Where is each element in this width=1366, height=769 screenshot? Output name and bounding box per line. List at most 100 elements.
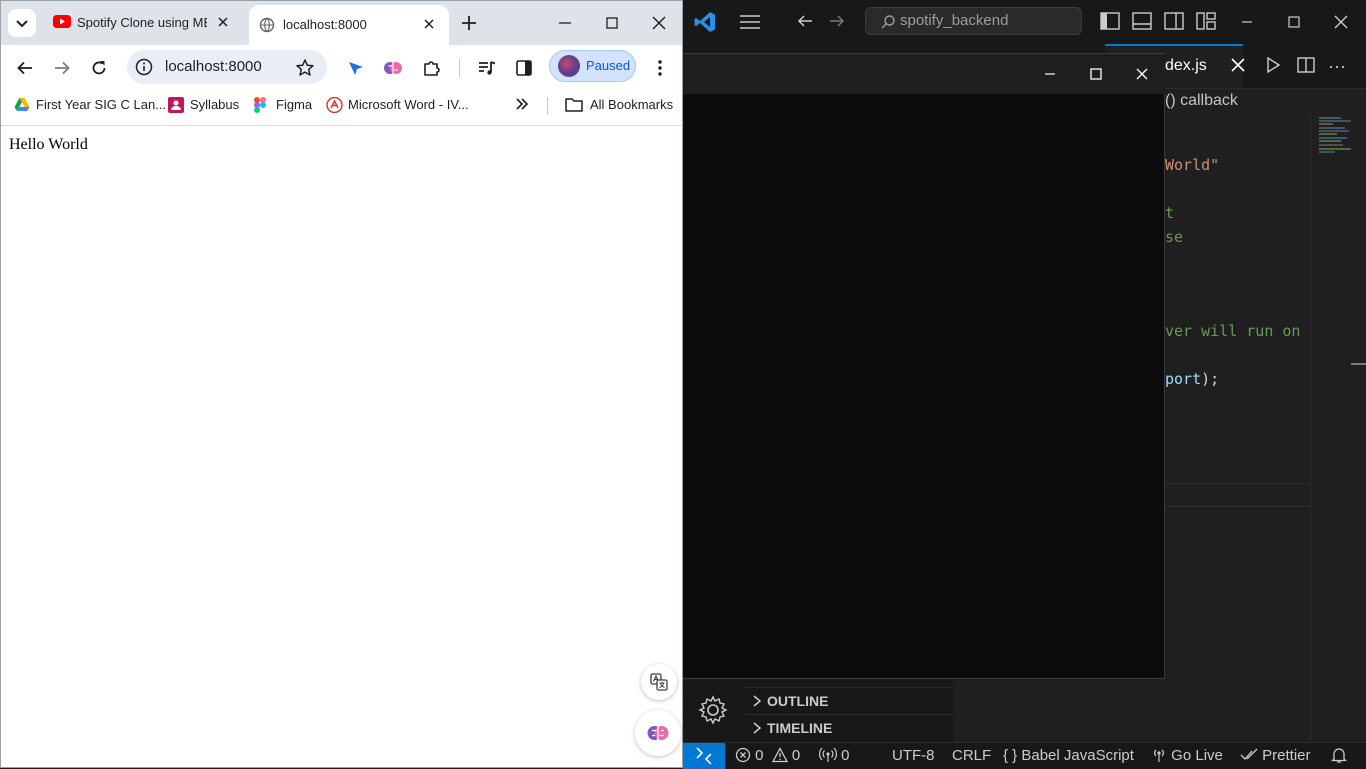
customize-layout-icon[interactable] <box>1195 11 1217 31</box>
bookmark-label: Syllabus <box>190 97 240 112</box>
bookmark-star-icon[interactable] <box>295 58 315 78</box>
minimap[interactable] <box>1310 114 1366 740</box>
toggle-panel-icon[interactable] <box>1131 11 1153 31</box>
window-close-icon[interactable] <box>1130 62 1154 86</box>
avatar <box>558 55 580 77</box>
toggle-primary-sidebar-icon[interactable] <box>1099 11 1121 31</box>
menu-icon[interactable] <box>739 12 761 32</box>
search-icon <box>880 14 896 30</box>
notifications-bell-icon[interactable] <box>1331 746 1347 764</box>
forward-arrow-icon[interactable] <box>827 11 847 31</box>
vscode-minimize-icon[interactable] <box>1235 10 1259 34</box>
prettier-label: Prettier <box>1262 747 1311 764</box>
site-info-icon[interactable] <box>135 58 153 76</box>
chrome-maximize-icon[interactable] <box>602 13 622 33</box>
tab-close-icon[interactable] <box>217 16 229 28</box>
code-fragment-port: port); <box>1165 370 1219 388</box>
url-text: localhost:8000 <box>165 58 262 75</box>
go-live-button[interactable]: Go Live <box>1151 746 1223 766</box>
back-arrow-icon[interactable] <box>15 58 35 78</box>
brain-icon <box>646 721 670 745</box>
brain-assistant-button[interactable] <box>635 710 681 756</box>
encoding-indicator[interactable]: UTF-8 <box>892 746 935 766</box>
code-fragment: ver will run on <box>1165 322 1301 340</box>
tab-search-button[interactable] <box>8 9 36 37</box>
tab-close-icon[interactable] <box>423 18 435 30</box>
chrome-window: Spotify Clone using MERN localhost:8000 <box>0 0 683 768</box>
pointer-extension-icon[interactable] <box>346 58 366 78</box>
remote-indicator[interactable] <box>683 743 725 769</box>
more-actions-icon[interactable]: ··· <box>1328 56 1346 77</box>
prettier-indicator[interactable]: Prettier <box>1240 746 1311 766</box>
timeline-label: TIMELINE <box>767 720 833 736</box>
go-live-label: Go Live <box>1171 747 1223 764</box>
window-minimize-icon[interactable] <box>1038 62 1062 86</box>
tab-close-icon[interactable] <box>1229 56 1247 74</box>
profile-status-label: Paused <box>586 58 631 73</box>
run-icon[interactable] <box>1264 56 1282 74</box>
code-fragment: World" <box>1165 156 1220 174</box>
media-control-icon[interactable] <box>477 58 497 78</box>
tab-localhost[interactable]: localhost:8000 <box>249 5 449 45</box>
broadcast-icon <box>819 747 837 763</box>
side-panel-icon[interactable] <box>514 58 534 78</box>
window-maximize-icon[interactable] <box>1084 62 1108 86</box>
profile-button[interactable]: Paused <box>549 50 636 82</box>
chevron-right-icon <box>751 694 763 708</box>
vscode-titlebar: spotify_backend <box>683 0 1366 44</box>
outline-panel-header[interactable]: OUTLINE <box>745 687 953 713</box>
page-text: Hello World <box>9 136 88 153</box>
code-fragment: t <box>1165 204 1175 222</box>
problems-indicator[interactable]: 0 0 <box>735 746 800 766</box>
chrome-close-icon[interactable] <box>649 13 669 33</box>
current-line-highlight <box>1165 483 1310 507</box>
outline-label: OUTLINE <box>767 693 829 709</box>
chevron-right-icon <box>751 721 763 735</box>
language-mode[interactable]: { } Babel JavaScript <box>1003 746 1134 766</box>
breadcrumb[interactable]: () callback <box>1165 92 1238 110</box>
back-arrow-icon[interactable] <box>795 11 815 31</box>
figma-icon <box>254 97 266 113</box>
vscode-close-icon[interactable] <box>1329 10 1353 34</box>
tab-spotify-clone[interactable]: Spotify Clone using MERN <box>43 5 243 41</box>
all-bookmarks-label: All Bookmarks <box>590 97 674 112</box>
reload-icon[interactable] <box>89 58 109 78</box>
command-center-search[interactable]: spotify_backend <box>865 7 1082 35</box>
forward-arrow-icon[interactable] <box>52 58 72 78</box>
manage-gear-icon[interactable] <box>697 694 729 726</box>
terminal-window[interactable] <box>683 53 1165 679</box>
youtube-icon <box>53 15 71 29</box>
error-icon <box>735 747 751 763</box>
bookmarks-divider <box>547 97 548 115</box>
chrome-minimize-icon[interactable] <box>555 13 575 33</box>
bookmarks-bar: First Year SIG C Lan... Syllabus Figma M… <box>1 89 682 126</box>
eol-indicator[interactable]: CRLF <box>952 746 991 766</box>
ports-count: 0 <box>841 747 850 764</box>
vscode-logo-icon <box>693 10 717 34</box>
translate-button[interactable] <box>641 664 677 700</box>
vscode-maximize-icon[interactable] <box>1282 10 1306 34</box>
translate-icon <box>650 673 668 691</box>
split-editor-icon[interactable] <box>1296 56 1316 74</box>
toggle-secondary-sidebar-icon[interactable] <box>1163 11 1185 31</box>
double-check-icon <box>1240 748 1258 762</box>
timeline-panel-header[interactable]: TIMELINE <box>745 714 953 740</box>
folder-icon <box>565 98 583 112</box>
tab-title: Spotify Clone using MERN <box>77 15 207 30</box>
extensions-puzzle-icon[interactable] <box>422 58 442 78</box>
chrome-menu-icon[interactable] <box>650 58 670 78</box>
address-bar[interactable]: localhost:8000 <box>127 50 327 84</box>
more-bookmarks-chevron-icon[interactable] <box>514 96 530 128</box>
toolbar-divider <box>459 59 460 77</box>
bookmark-label: Microsoft Word - IV... <box>348 97 469 112</box>
terminal-titlebar <box>683 54 1165 94</box>
brain-extension-icon[interactable] <box>383 58 403 78</box>
ports-indicator[interactable]: 0 <box>819 746 850 766</box>
google-drive-icon <box>14 97 30 112</box>
minimap-marker <box>1351 363 1366 365</box>
broadcast-icon <box>1151 747 1167 763</box>
editor-tab-label: dex.js <box>1165 57 1207 74</box>
code-token: port <box>1165 370 1202 388</box>
new-tab-plus-icon[interactable] <box>459 13 479 33</box>
syllabus-icon <box>168 97 184 113</box>
